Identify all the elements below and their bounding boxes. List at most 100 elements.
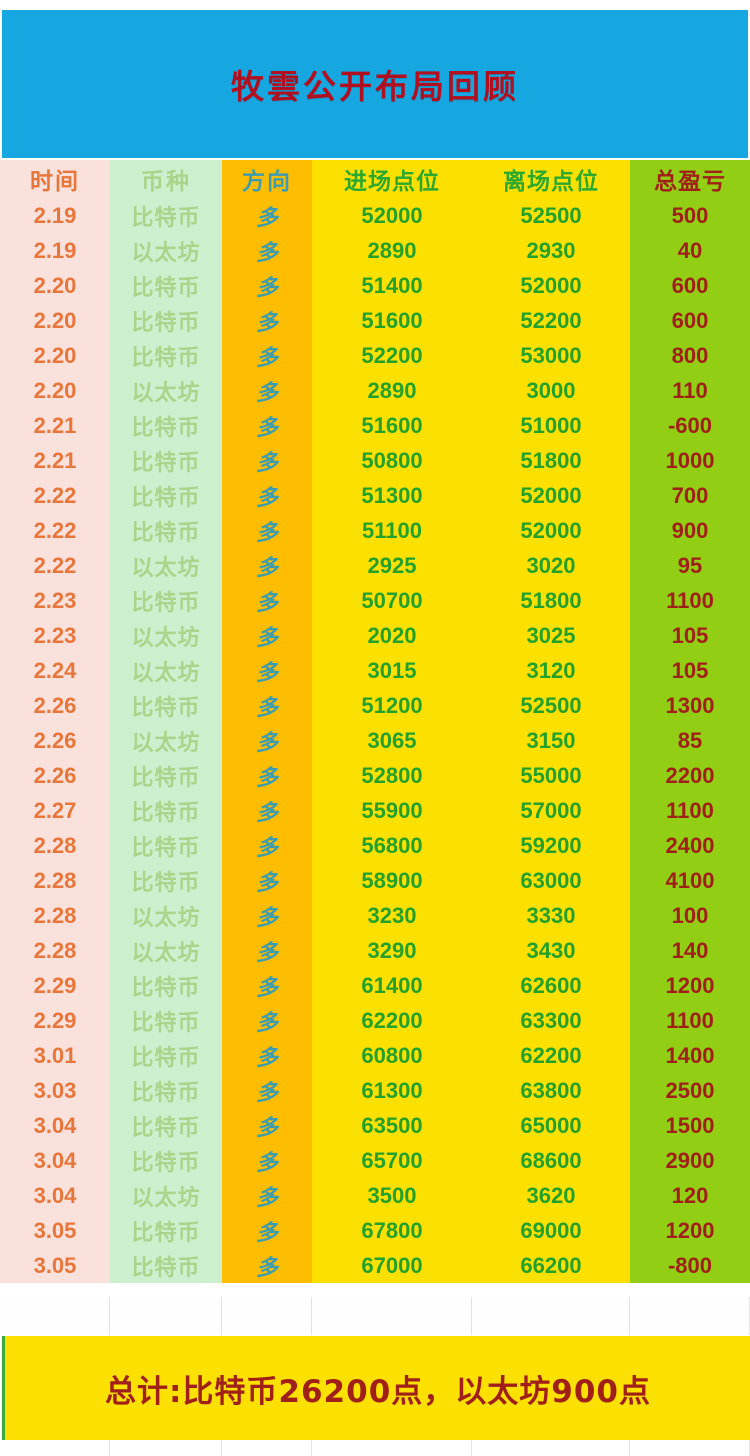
cell-dir: 多	[222, 828, 312, 863]
cell-pnl: 105	[630, 618, 750, 653]
cell-time: 2.28	[0, 828, 110, 863]
cell-entry: 3230	[312, 898, 472, 933]
cell-pnl: 4100	[630, 863, 750, 898]
cell-exit: 52500	[472, 198, 630, 233]
cell-exit: 3000	[472, 373, 630, 408]
table-row: 2.23 比特币多 50700 51800 1100	[0, 583, 750, 618]
cell-dir: 多	[222, 233, 312, 268]
cell-dir: 多	[222, 373, 312, 408]
cell-coin: 比特币	[110, 968, 222, 1003]
cell-exit: 69000	[472, 1213, 630, 1248]
cell-time: 3.03	[0, 1073, 110, 1108]
cell-coin: 比特币	[110, 338, 222, 373]
cell-entry: 61400	[312, 968, 472, 1003]
cell-dir: 多	[222, 933, 312, 968]
cell-time: 2.22	[0, 548, 110, 583]
cell-time: 3.01	[0, 1038, 110, 1073]
table-row: 2.21 比特币多 50800 51800 1000	[0, 443, 750, 478]
cell-entry: 67800	[312, 1213, 472, 1248]
cell-entry: 3290	[312, 933, 472, 968]
cell-time: 2.22	[0, 513, 110, 548]
cell-coin: 比特币	[110, 478, 222, 513]
cell-exit: 62200	[472, 1038, 630, 1073]
cell-pnl: 500	[630, 198, 750, 233]
column-header-exit[interactable]: 离场点位	[472, 160, 630, 198]
cell-time: 3.04	[0, 1178, 110, 1213]
bottom-grid-lines	[0, 1440, 750, 1456]
cell-dir: 多	[222, 268, 312, 303]
table-row: 2.22 比特币多 51100 52000 900	[0, 513, 750, 548]
cell-dir: 多	[222, 1038, 312, 1073]
cell-entry: 51100	[312, 513, 472, 548]
column-header-pnl[interactable]: 总盈亏	[630, 160, 750, 198]
cell-time: 3.04	[0, 1108, 110, 1143]
table-row: 2.23 以太坊多 2020 3025 105	[0, 618, 750, 653]
cell-exit: 3430	[472, 933, 630, 968]
cell-time: 2.23	[0, 583, 110, 618]
cell-dir: 多	[222, 723, 312, 758]
table-row: 2.22 以太坊多 2925 3020 95	[0, 548, 750, 583]
cell-dir: 多	[222, 1248, 312, 1283]
cell-entry: 51300	[312, 478, 472, 513]
spacer-cell-time	[0, 1297, 110, 1335]
cell-time: 2.24	[0, 653, 110, 688]
cell-entry: 61300	[312, 1073, 472, 1108]
cell-exit: 52000	[472, 268, 630, 303]
bottom-cell-coin	[110, 1440, 222, 1456]
bottom-cell-dir	[222, 1440, 312, 1456]
cell-dir: 多	[222, 618, 312, 653]
total-summary-text: 总计:比特币26200点，以太坊900点	[105, 1373, 651, 1410]
cell-exit: 63800	[472, 1073, 630, 1108]
cell-coin: 以太坊	[110, 898, 222, 933]
cell-entry: 58900	[312, 863, 472, 898]
cell-exit: 3025	[472, 618, 630, 653]
cell-coin: 以太坊	[110, 933, 222, 968]
trade-table: 时间 币种 方向 进场点位 离场点位 总盈亏 2.19 比特币多 52000 52500 500 2.…	[0, 160, 750, 1283]
cell-pnl: 600	[630, 268, 750, 303]
cell-coin: 比特币	[110, 1038, 222, 1073]
spacer-cell-pnl	[630, 1297, 750, 1335]
cell-time: 2.29	[0, 968, 110, 1003]
cell-coin: 比特币	[110, 303, 222, 338]
table-row: 3.03 比特币多 61300 63800 2500	[0, 1073, 750, 1108]
table-row: 2.20 比特币多 51400 52000 600	[0, 268, 750, 303]
cell-exit: 52200	[472, 303, 630, 338]
column-header-time[interactable]: 时间	[0, 160, 110, 198]
table-row: 2.19 以太坊多 2890 2930 40	[0, 233, 750, 268]
table-row: 2.27 比特币多 55900 57000 1100	[0, 793, 750, 828]
table-row: 3.04 比特币多 65700 68600 2900	[0, 1143, 750, 1178]
cell-entry: 51200	[312, 688, 472, 723]
cell-dir: 多	[222, 758, 312, 793]
column-header-entry[interactable]: 进场点位	[312, 160, 472, 198]
spacer-cell-exit	[472, 1297, 630, 1335]
cell-exit: 3120	[472, 653, 630, 688]
cell-coin: 以太坊	[110, 373, 222, 408]
cell-coin: 以太坊	[110, 233, 222, 268]
cell-time: 2.26	[0, 688, 110, 723]
cell-entry: 2890	[312, 373, 472, 408]
cell-dir: 多	[222, 443, 312, 478]
cell-coin: 比特币	[110, 828, 222, 863]
table-row: 2.20 以太坊多 2890 3000 110	[0, 373, 750, 408]
bottom-cell-time	[0, 1440, 110, 1456]
cell-exit: 3330	[472, 898, 630, 933]
cell-pnl: 1100	[630, 583, 750, 618]
cell-dir: 多	[222, 303, 312, 338]
cell-entry: 3065	[312, 723, 472, 758]
cell-entry: 56800	[312, 828, 472, 863]
cell-coin: 比特币	[110, 1108, 222, 1143]
table-header-row: 时间 币种 方向 进场点位 离场点位 总盈亏	[0, 160, 750, 198]
column-header-dir[interactable]: 方向	[222, 160, 312, 198]
cell-dir: 多	[222, 688, 312, 723]
table-row: 2.29 比特币多 62200 63300 1100	[0, 1003, 750, 1038]
column-header-coin[interactable]: 币种	[110, 160, 222, 198]
cell-time: 2.21	[0, 443, 110, 478]
cell-exit: 3020	[472, 548, 630, 583]
cell-entry: 2020	[312, 618, 472, 653]
table-row: 3.04 比特币多 63500 65000 1500	[0, 1108, 750, 1143]
cell-time: 2.28	[0, 933, 110, 968]
cell-dir: 多	[222, 198, 312, 233]
cell-entry: 50700	[312, 583, 472, 618]
cell-entry: 2890	[312, 233, 472, 268]
table-row: 2.26 比特币多 52800 55000 2200	[0, 758, 750, 793]
